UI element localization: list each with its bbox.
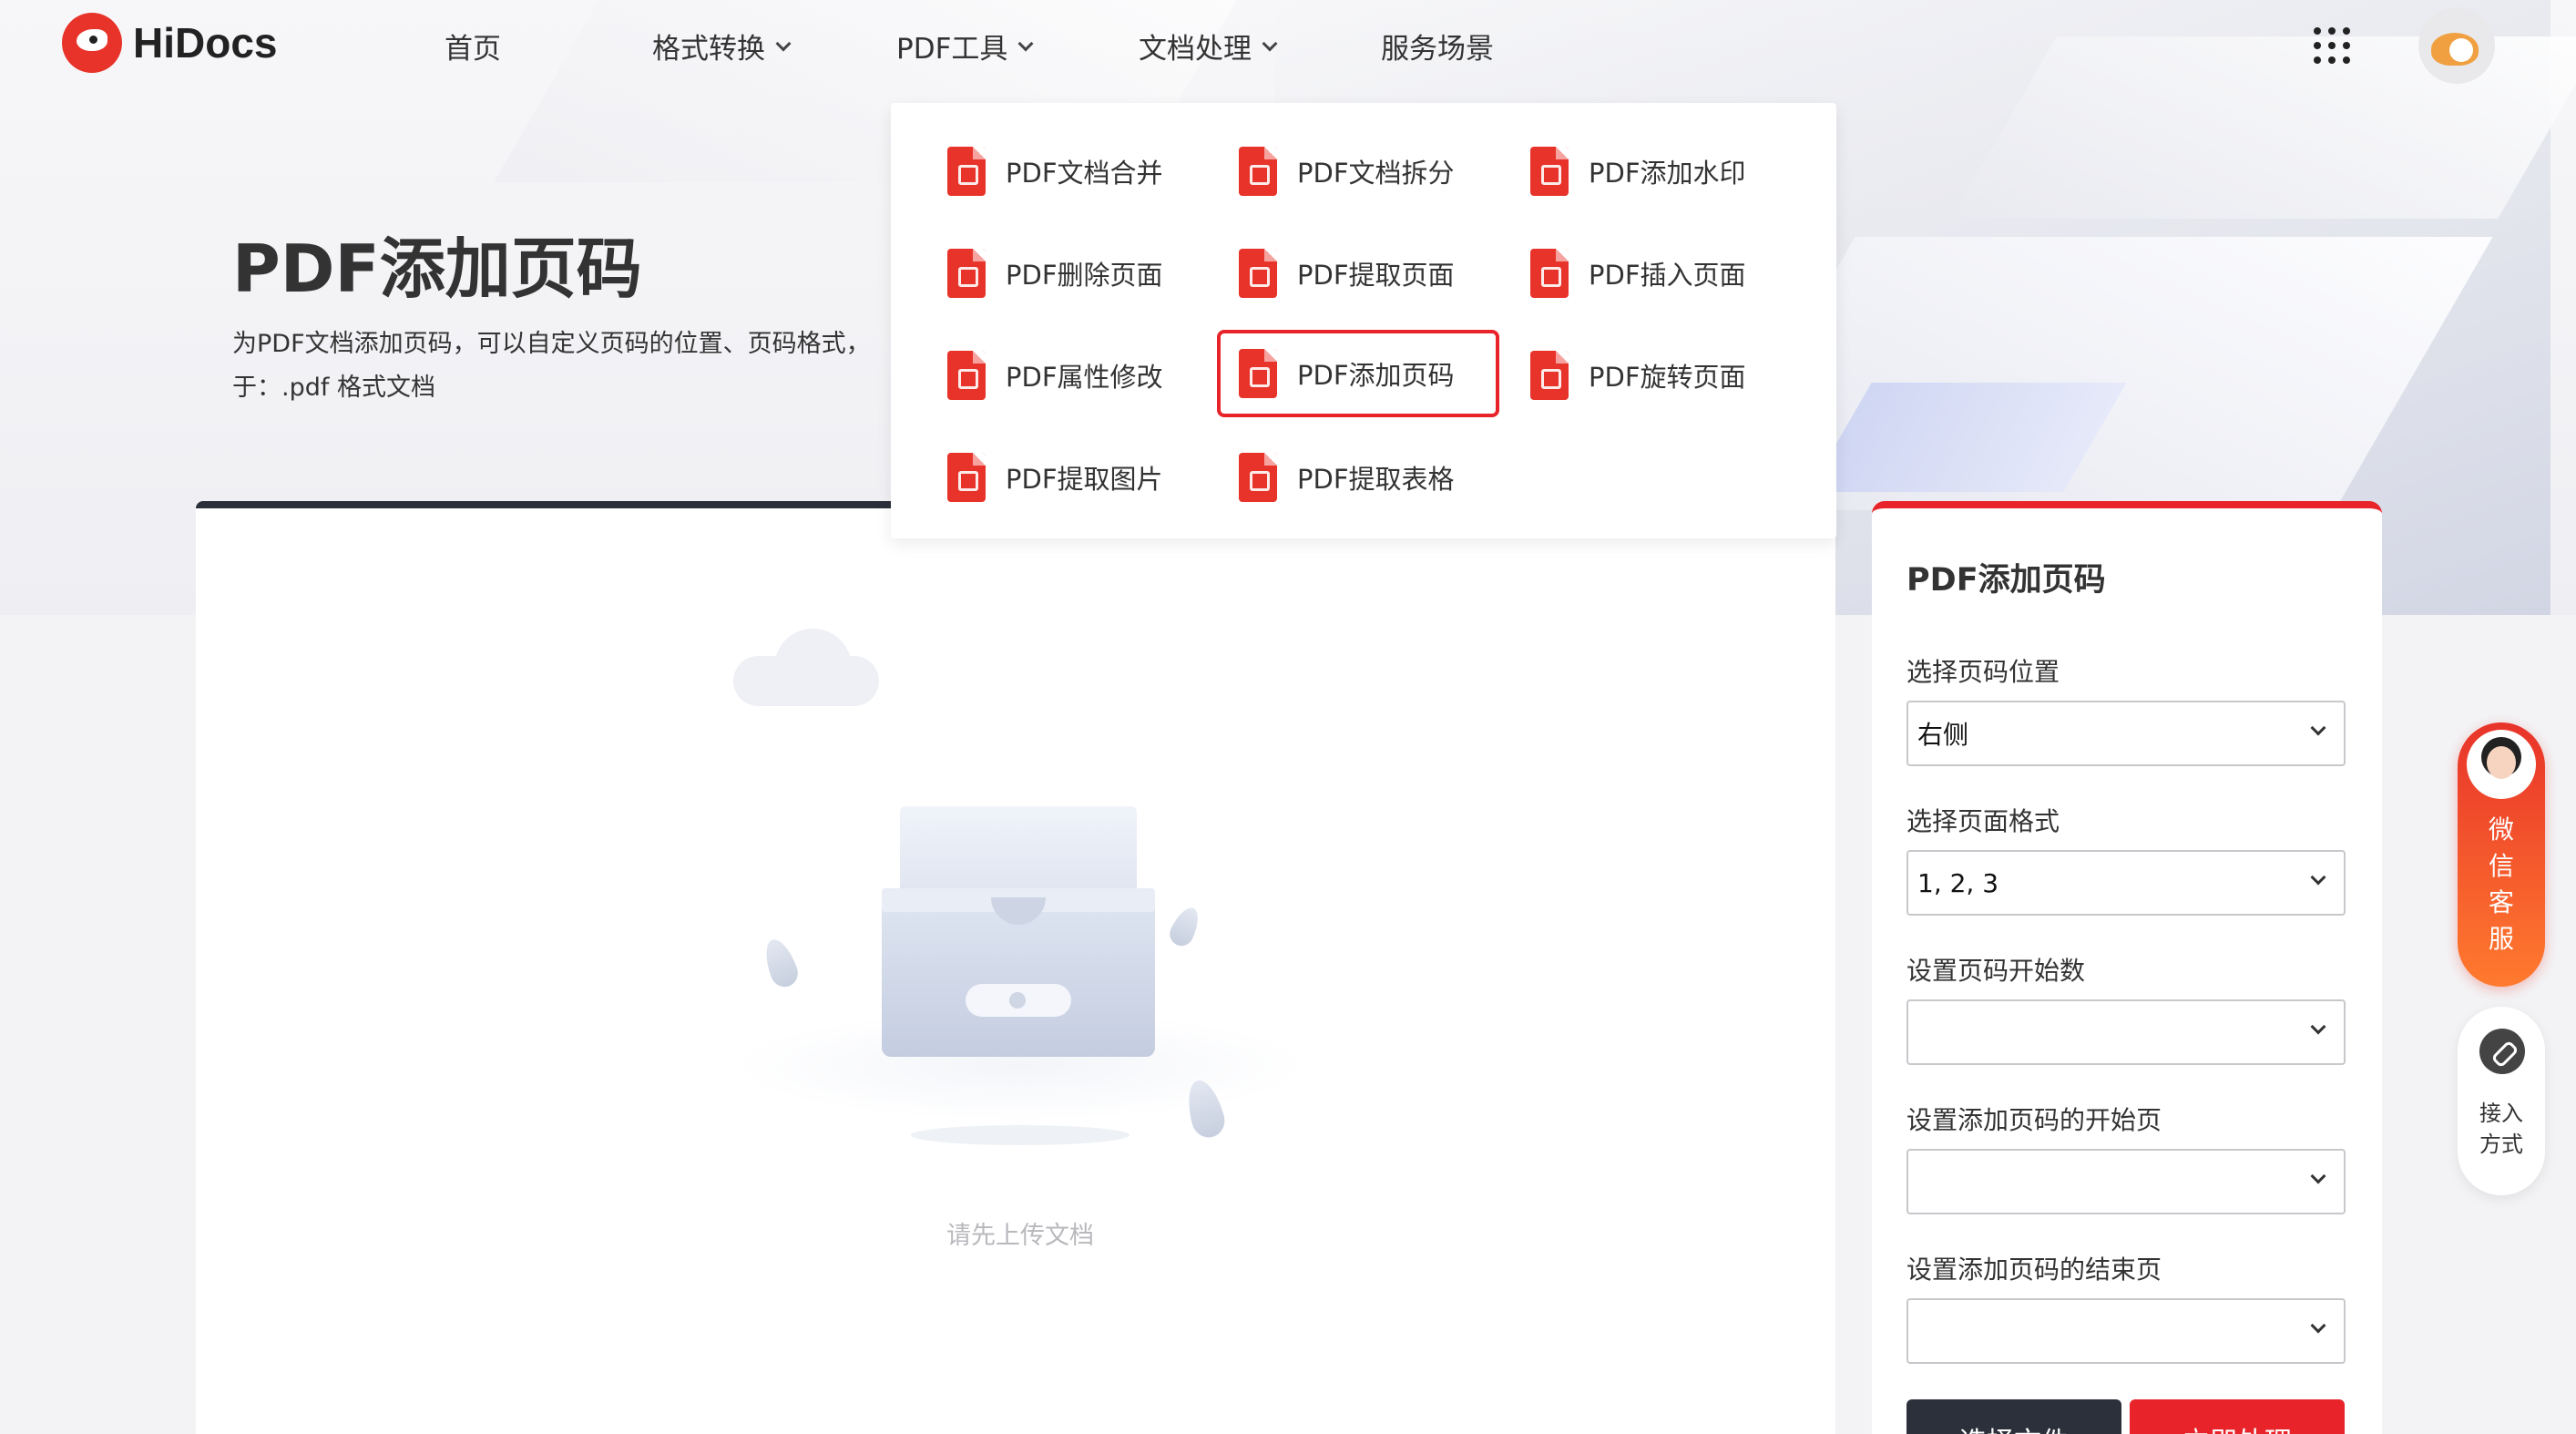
pdf-delete-pages-icon [947,249,986,298]
chevron-down-icon [2310,1019,2326,1035]
brand-logo[interactable]: HiDocs [62,13,277,73]
wechat-service-button[interactable]: 微信客服 [2458,722,2545,987]
brand-name: HiDocs [133,19,278,67]
link-icon [2479,1029,2525,1074]
nav-home[interactable]: 首页 [445,26,501,67]
select-file-button[interactable]: 选择文件 [1906,1399,2121,1434]
menu-item-pdf-extract-images[interactable]: PDF提取图片 [891,434,1173,521]
fox-logo-icon [62,13,122,73]
pdf-insert-pages-icon [1530,249,1569,298]
panel-title: PDF添加页码 [1906,562,2106,599]
menu-item-pdf-properties[interactable]: PDF属性修改 [891,332,1173,419]
empty-box-illustration [729,629,1312,1175]
pdf-extract-images-icon [947,453,986,502]
pdf-extract-tables-icon [1239,453,1277,502]
access-method-button[interactable]: 接入 方式 [2458,1007,2545,1195]
menu-item-pdf-add-page-numbers[interactable]: PDF添加页码 [1217,330,1499,417]
start-page-label: 设置添加页码的开始页 [1906,1105,2162,1135]
empty-state-text: 请先上传文档 [946,1222,1094,1250]
pdf-page-number-icon [1239,349,1277,398]
chevron-down-icon [2310,1168,2326,1184]
menu-item-pdf-insert-pages[interactable]: PDF插入页面 [1474,230,1756,317]
pdf-extract-pages-icon [1239,249,1277,298]
settings-panel: PDF添加页码 选择页码位置 右侧 选择页面格式 1, 2, 3 设置页码开始数… [1872,501,2382,1434]
chevron-down-icon [1262,36,1278,51]
nav-format-convert[interactable]: 格式转换 [652,26,792,67]
menu-item-pdf-delete-pages[interactable]: PDF删除页面 [891,230,1173,317]
position-label: 选择页码位置 [1906,657,2060,687]
format-label: 选择页面格式 [1906,806,2060,836]
page-title: PDF添加页码 [232,230,642,307]
top-header: HiDocs 首页 格式转换 PDF工具 文档处理 服务场景 [0,0,2576,95]
cloud-icon [733,629,879,711]
start-number-label: 设置页码开始数 [1906,956,2086,986]
page-description: 为PDF文档添加页码，可以自定义页码的位置、页码格式， 于：.pdf 格式文档 [232,330,871,402]
pdf-watermark-icon [1530,147,1569,196]
chevron-down-icon [2310,1317,2326,1334]
menu-item-pdf-merge[interactable]: PDF文档合并 [891,128,1173,215]
nav-doc-processing[interactable]: 文档处理 [1139,26,1278,67]
start-page-select[interactable] [1906,1149,2346,1214]
pdf-properties-icon [947,351,986,400]
end-page-label: 设置添加页码的结束页 [1906,1255,2162,1285]
pdf-rotate-icon [1530,351,1569,400]
end-page-select[interactable] [1906,1298,2346,1364]
pdf-split-icon [1239,147,1277,196]
chevron-down-icon [2310,869,2326,886]
chevron-down-icon [775,36,792,51]
nav-pdf-tools[interactable]: PDF工具 [896,26,1034,67]
chevron-down-icon [1017,36,1034,51]
menu-item-pdf-extract-tables[interactable]: PDF提取表格 [1182,434,1465,521]
pdf-tools-dropdown: PDF文档合并 PDF文档拆分 PDF添加水印 PDF删除页面 PDF提取页面 … [891,103,1836,538]
start-number-select[interactable] [1906,999,2346,1065]
position-select[interactable]: 右侧 [1906,701,2346,766]
pdf-merge-icon [947,147,986,196]
user-avatar[interactable] [2418,7,2495,84]
apps-grid-icon[interactable] [2314,27,2350,64]
format-select[interactable]: 1, 2, 3 [1906,850,2346,916]
menu-item-pdf-split[interactable]: PDF文档拆分 [1182,128,1465,215]
menu-item-pdf-watermark[interactable]: PDF添加水印 [1474,128,1756,215]
chevron-down-icon [2310,720,2326,736]
process-now-button[interactable]: 立即处理 [2130,1399,2345,1434]
menu-item-pdf-rotate-pages[interactable]: PDF旋转页面 [1474,332,1756,419]
nav-service-scenarios[interactable]: 服务场景 [1381,26,1494,67]
customer-service-avatar-icon [2467,730,2536,799]
menu-item-pdf-extract-pages[interactable]: PDF提取页面 [1182,230,1465,317]
empty-box-icon [882,806,1155,1057]
